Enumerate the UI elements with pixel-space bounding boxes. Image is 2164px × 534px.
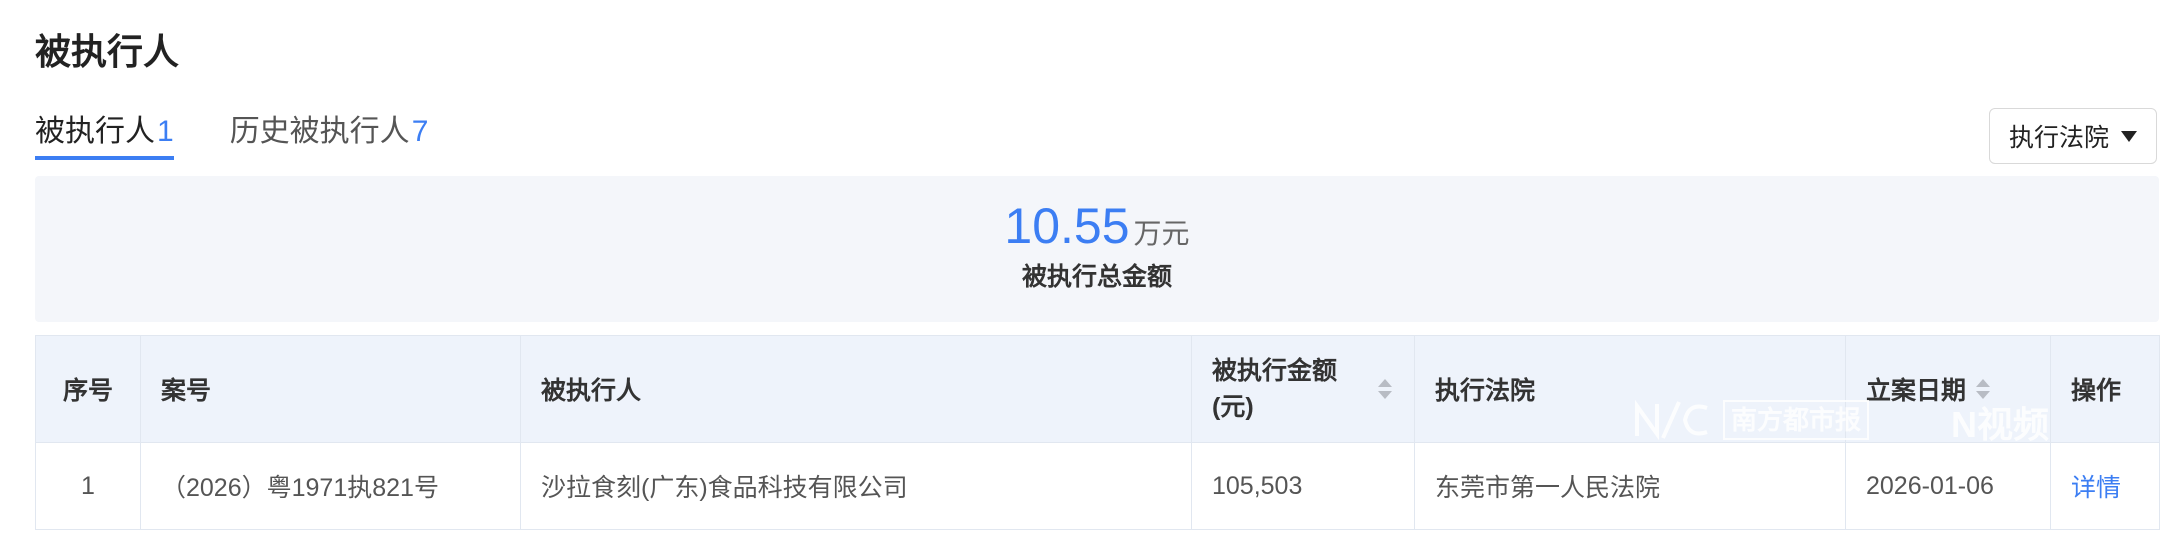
column-header-action: 操作: [2050, 335, 2160, 443]
column-header-party: 被执行人: [520, 335, 1192, 443]
total-amount-value: 10.55: [1004, 198, 1130, 254]
tab-count: 1: [157, 115, 174, 148]
column-header-amount[interactable]: 被执行金额 (元): [1191, 335, 1415, 443]
sort-icon[interactable]: [1974, 377, 1992, 401]
tab-current-executed-persons[interactable]: 被执行人1: [35, 112, 174, 160]
column-header-filed-date[interactable]: 立案日期: [1845, 335, 2051, 443]
column-header-court: 执行法院: [1414, 335, 1846, 443]
cell-case-number: （2026）粤1971执821号: [140, 442, 521, 530]
table-row: 1 （2026）粤1971执821号 沙拉食刻(广东)食品科技有限公司 105,…: [35, 442, 2160, 530]
tab-count: 7: [411, 115, 429, 148]
cell-party: 沙拉食刻(广东)食品科技有限公司: [520, 442, 1192, 530]
table-header-row: 序号 案号 被执行人 被执行金额 (元) 执行法院 立案日期 操作: [35, 335, 2160, 443]
column-header-index: 序号: [35, 335, 141, 443]
total-amount-label: 被执行总金额: [1021, 263, 1172, 291]
tab-label: 历史被执行人: [229, 115, 410, 148]
caret-down-icon: [2121, 130, 2137, 142]
column-header-amount-label: 被执行金额: [1212, 357, 1338, 385]
summary-amount-line: 10.55 万元: [35, 194, 2159, 258]
summary-panel: 10.55 万元 被执行总金额: [35, 176, 2159, 322]
tab-history-executed-persons[interactable]: 历史被执行人7: [230, 112, 429, 160]
executed-persons-table: 序号 案号 被执行人 被执行金额 (元) 执行法院 立案日期 操作 1 （202…: [35, 335, 2160, 530]
cell-filed-date: 2026-01-06: [1845, 442, 2051, 530]
cell-index: 1: [35, 442, 141, 530]
column-header-amount-unit: (元): [1212, 393, 1254, 421]
cell-action: 详情: [2050, 442, 2160, 530]
tab-label: 被执行人: [35, 115, 155, 148]
column-header-case-number: 案号: [140, 335, 521, 443]
page-title: 被执行人: [35, 31, 180, 72]
sort-icon[interactable]: [1376, 377, 1394, 401]
total-amount-unit: 万元: [1133, 218, 1190, 249]
court-filter-label: 执行法院: [2008, 124, 2109, 152]
court-filter-dropdown[interactable]: 执行法院: [1989, 108, 2157, 164]
column-header-filed-date-label: 立案日期: [1866, 377, 1967, 405]
tab-bar: 被执行人1 历史被执行人7: [35, 112, 428, 160]
details-link[interactable]: 详情: [2071, 474, 2121, 502]
cell-amount: 105,503: [1191, 442, 1415, 530]
cell-court: 东莞市第一人民法院: [1414, 442, 1846, 530]
